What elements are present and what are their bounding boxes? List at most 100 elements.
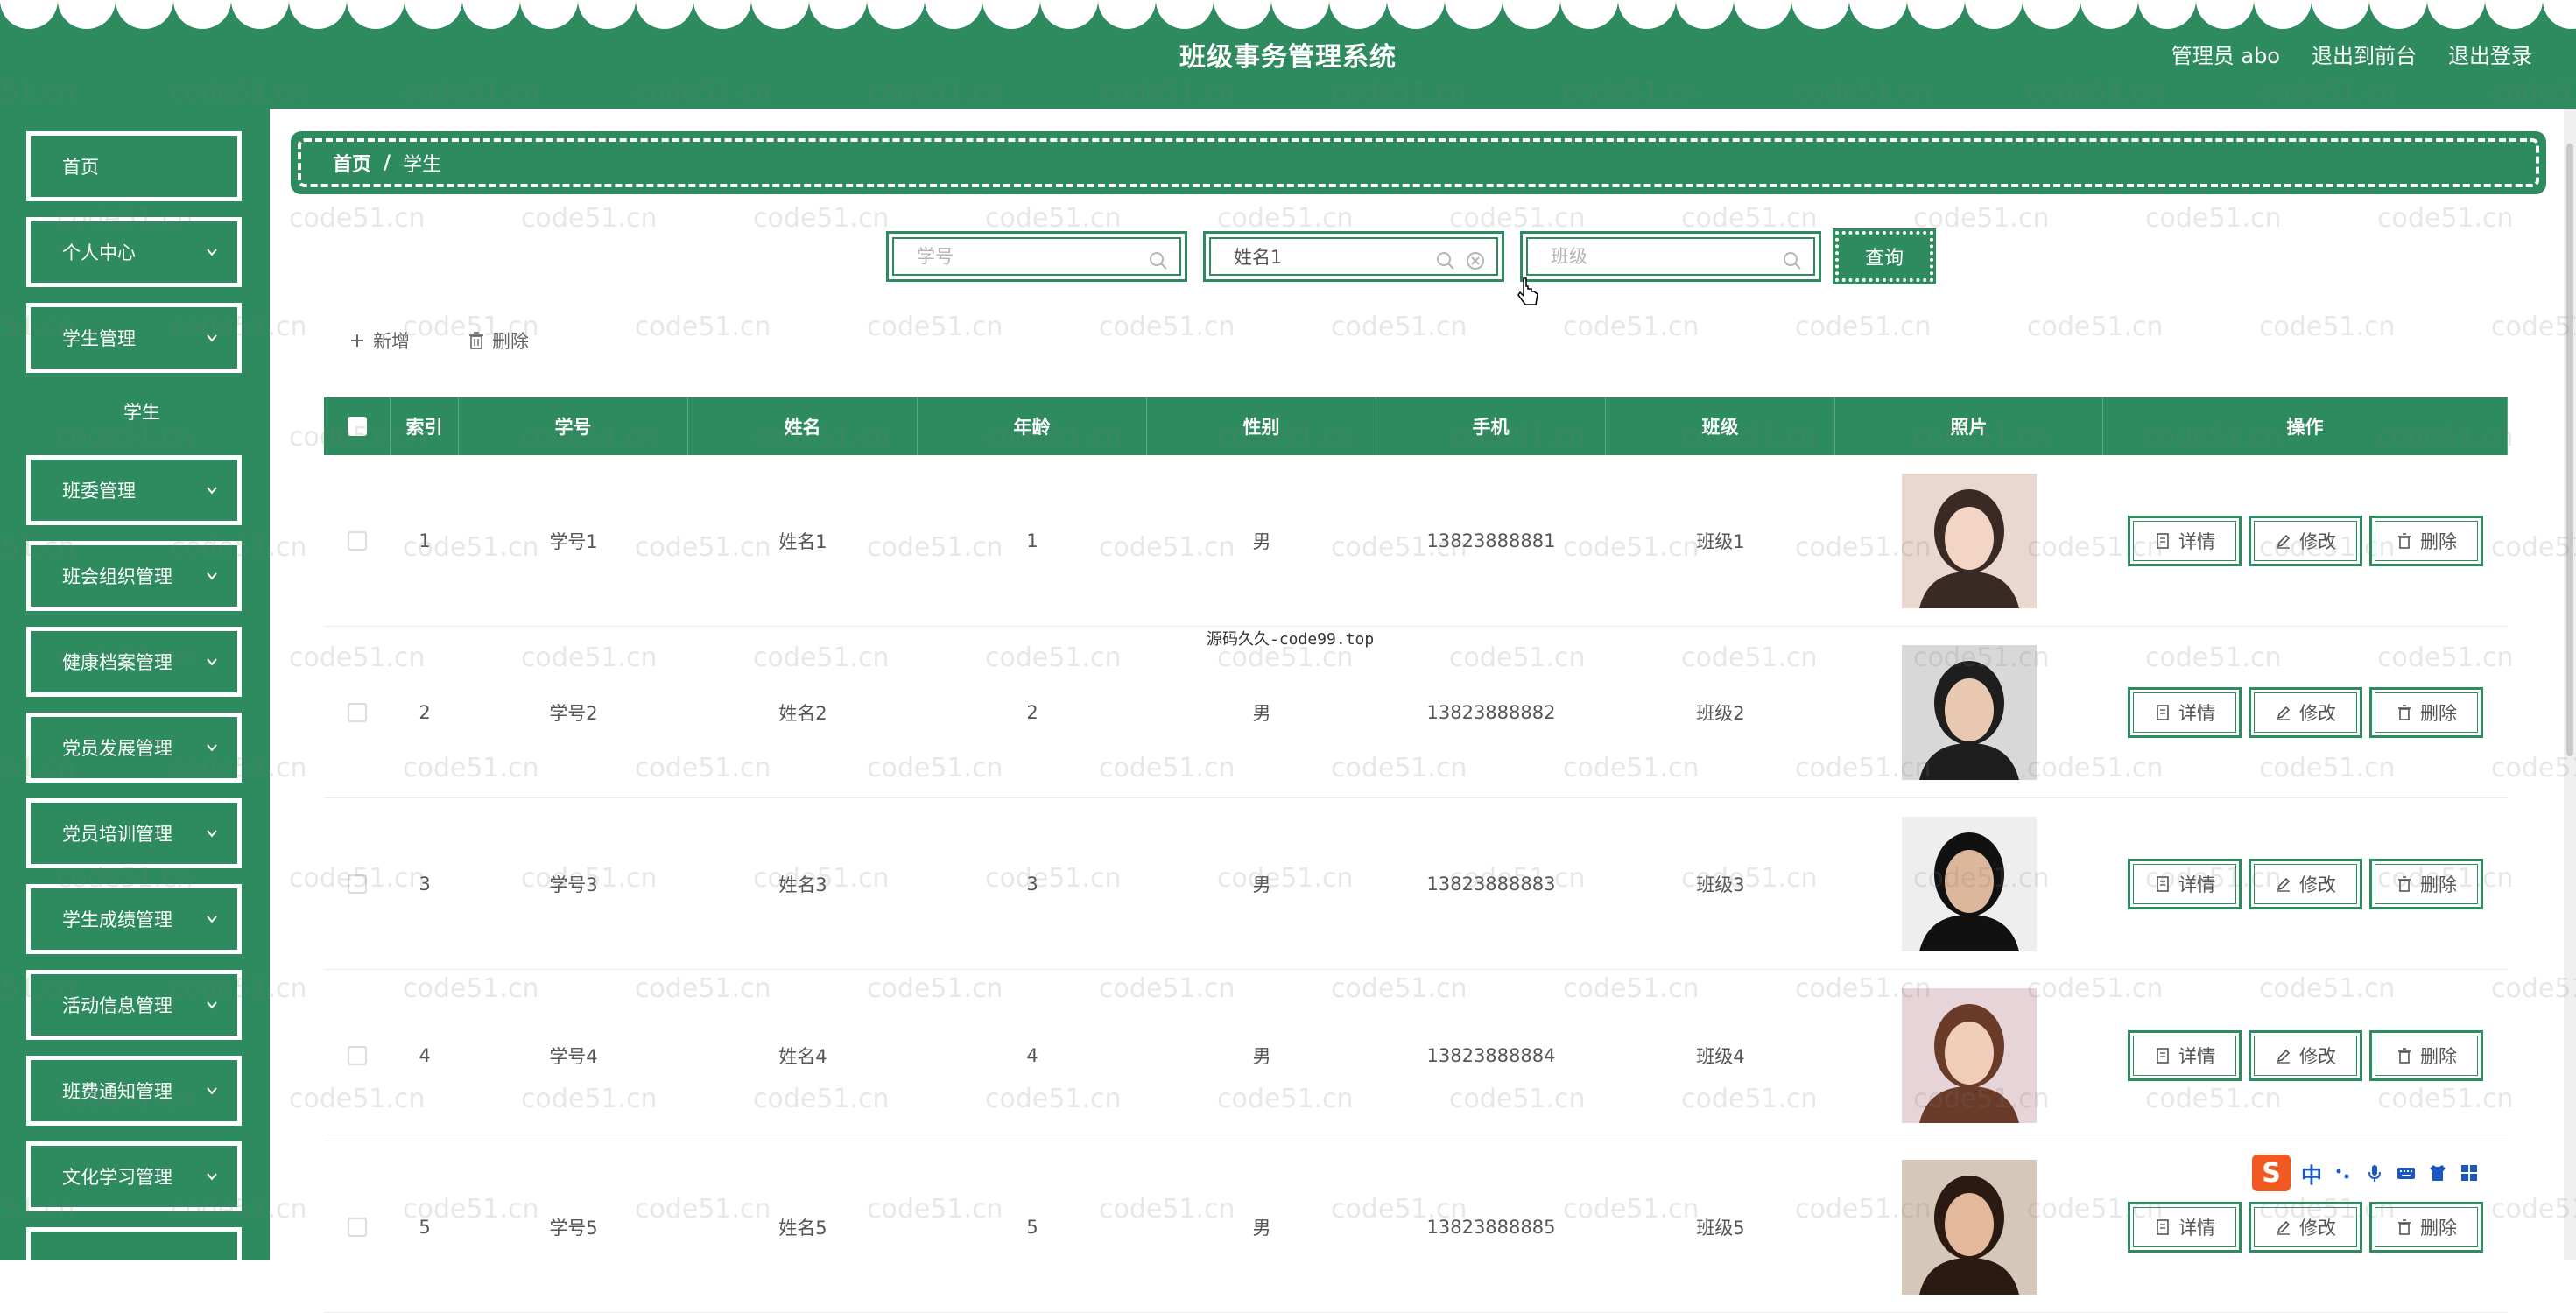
- delete-button[interactable]: 删除: [2369, 516, 2483, 566]
- row-select-cell: [324, 455, 391, 627]
- breadcrumb-home[interactable]: 首页: [333, 149, 371, 177]
- punctuation-icon[interactable]: [2333, 1162, 2354, 1183]
- sidebar-item-partial[interactable]: [26, 1227, 242, 1260]
- sidebar-item[interactable]: 首页: [26, 131, 242, 201]
- class-search: [1520, 231, 1821, 282]
- logout-link[interactable]: 退出登录: [2448, 39, 2532, 69]
- scrollbar-thumb[interactable]: [2566, 144, 2573, 756]
- cell-index: 4: [419, 1045, 431, 1066]
- edit-button[interactable]: 修改: [2249, 1030, 2362, 1081]
- sidebar-item[interactable]: 学生管理: [26, 303, 242, 373]
- cell-operations: 详情 修改 删除: [2103, 970, 2508, 1141]
- sidebar-item-label: 学生成绩管理: [62, 909, 172, 930]
- watermark-text: code51.cn: [2145, 203, 2282, 234]
- row-select-cell: [324, 798, 391, 970]
- toolbox-icon[interactable]: [2459, 1162, 2480, 1183]
- ime-logo[interactable]: S: [2252, 1155, 2291, 1191]
- table-row: 2 学号2 姓名2 2 男 13823888882 班级2 详情 修改 删除: [324, 627, 2508, 798]
- delete-button[interactable]: 删除: [2369, 1202, 2483, 1253]
- sidebar-item-label: 健康档案管理: [62, 652, 172, 673]
- ime-toolbar: S 中: [2247, 1152, 2490, 1194]
- trash-icon: [469, 332, 483, 349]
- batch-delete-button[interactable]: 删除: [468, 327, 529, 354]
- cell-phone: 13823888882: [1426, 702, 1556, 723]
- student-no-input[interactable]: [894, 239, 1179, 274]
- sidebar-item[interactable]: 健康档案管理: [26, 627, 242, 697]
- cell-age: 3: [1026, 874, 1038, 895]
- edit-button[interactable]: 修改: [2249, 687, 2362, 738]
- student-photo[interactable]: [1902, 988, 2037, 1123]
- edit-button[interactable]: 修改: [2249, 1202, 2362, 1253]
- sidebar: 首页 个人中心 学生管理 班委管理 班会组织管理 健康档案管理 党员发展管理 党员培训管理 学生…: [0, 109, 270, 1260]
- sidebar-item[interactable]: 个人中心: [26, 217, 242, 287]
- delete-label: 删除: [492, 331, 529, 352]
- cell-class-name: 班级5: [1696, 1218, 1745, 1239]
- trash-icon: [2398, 876, 2411, 892]
- query-button[interactable]: 查询: [1833, 228, 1936, 284]
- sidebar-item[interactable]: 党员发展管理: [26, 713, 242, 783]
- select-all-checkbox[interactable]: [347, 417, 367, 436]
- class-input[interactable]: [1528, 239, 1813, 274]
- sidebar-item[interactable]: 班委管理: [26, 455, 242, 525]
- row-checkbox[interactable]: [348, 703, 367, 722]
- page-scrollbar[interactable]: [2564, 109, 2576, 1260]
- column-header: 操作: [2103, 397, 2508, 455]
- sidebar-item[interactable]: 活动信息管理: [26, 970, 242, 1040]
- edit-button-inner: 修改: [2254, 521, 2357, 561]
- back-to-front-link[interactable]: 退出到前台: [2312, 39, 2417, 69]
- ime-mode[interactable]: 中: [2301, 1158, 2322, 1189]
- plus-icon: [351, 334, 363, 347]
- row-checkbox[interactable]: [348, 1218, 367, 1237]
- edit-button[interactable]: 修改: [2249, 859, 2362, 909]
- column-header: 手机: [1376, 397, 1606, 455]
- add-button[interactable]: 新增: [348, 327, 410, 354]
- delete-button-inner: 删除: [2375, 864, 2478, 904]
- sidebar-item[interactable]: 学生成绩管理: [26, 884, 242, 954]
- class-search-inner: [1526, 237, 1815, 276]
- delete-button[interactable]: 删除: [2369, 687, 2483, 738]
- watermark-text: code51.cn: [753, 203, 890, 234]
- student-photo[interactable]: [1902, 645, 2037, 780]
- row-checkbox[interactable]: [348, 874, 367, 894]
- detail-button[interactable]: 详情: [2128, 859, 2242, 909]
- cell-phone: 13823888881: [1426, 530, 1556, 551]
- watermark-text: code51.cn: [289, 203, 426, 234]
- edit-button[interactable]: 修改: [2249, 516, 2362, 566]
- delete-button[interactable]: 删除: [2369, 859, 2483, 909]
- pencil-icon: [2277, 534, 2291, 549]
- detail-button[interactable]: 详情: [2128, 516, 2242, 566]
- detail-button[interactable]: 详情: [2128, 1030, 2242, 1081]
- sidebar-item[interactable]: 党员培训管理: [26, 798, 242, 868]
- detail-button[interactable]: 详情: [2128, 1202, 2242, 1253]
- detail-button-inner: 详情: [2133, 864, 2236, 904]
- sidebar-item[interactable]: 文化学习管理: [26, 1141, 242, 1211]
- column-header: 班级: [1606, 397, 1835, 455]
- edit-button-label: 修改: [2299, 874, 2336, 895]
- watermark-text: code51.cn: [1449, 203, 1586, 234]
- sidebar-item[interactable]: 班费通知管理: [26, 1056, 242, 1126]
- student-photo[interactable]: [1902, 1160, 2037, 1295]
- cell-class-name: 班级1: [1696, 531, 1745, 552]
- row-checkbox[interactable]: [348, 1046, 367, 1065]
- cell-index: 5: [419, 1217, 431, 1238]
- student-photo[interactable]: [1902, 474, 2037, 608]
- cell-class-name: 班级3: [1696, 874, 1745, 895]
- delete-button[interactable]: 删除: [2369, 1030, 2483, 1081]
- keyboard-icon[interactable]: [2396, 1162, 2417, 1183]
- watermark-text: code51.cn: [635, 312, 771, 342]
- watermark-text: code51.cn: [1795, 312, 1932, 342]
- watermark-text: code51.cn: [2259, 312, 2396, 342]
- student-photo[interactable]: [1902, 817, 2037, 951]
- sidebar-item[interactable]: 班会组织管理: [26, 541, 242, 611]
- detail-button[interactable]: 详情: [2128, 687, 2242, 738]
- chevron-down-icon: [207, 334, 217, 342]
- trash-icon: [2398, 1048, 2411, 1064]
- header-links: 管理员 abo 退出到前台 退出登录: [2171, 39, 2532, 69]
- detail-button-label: 详情: [2178, 1218, 2215, 1239]
- cell-age: 2: [1026, 702, 1038, 723]
- sidebar-subitem-student[interactable]: 学生: [37, 382, 247, 441]
- clear-icon[interactable]: [1465, 250, 1486, 271]
- skin-icon[interactable]: [2427, 1162, 2448, 1183]
- microphone-icon[interactable]: [2364, 1162, 2385, 1183]
- row-checkbox[interactable]: [348, 531, 367, 551]
